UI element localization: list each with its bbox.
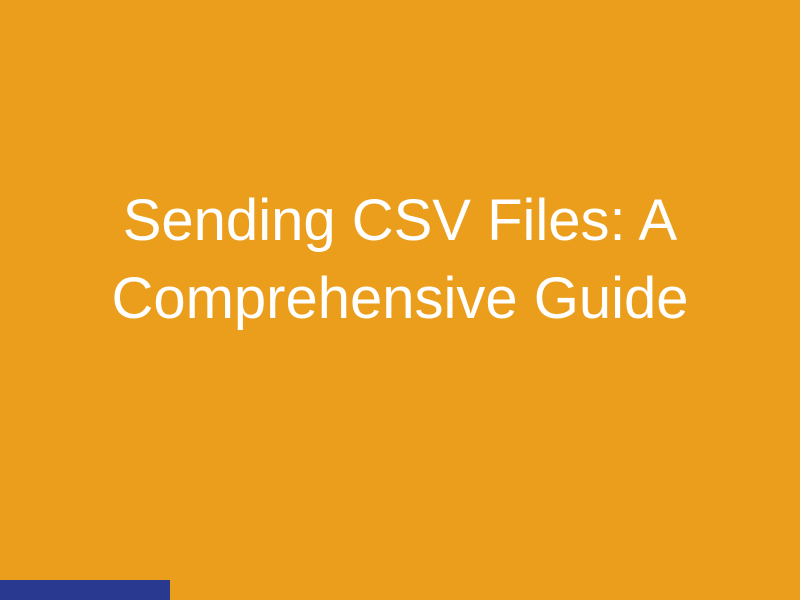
accent-bar: [0, 580, 170, 600]
page-title: Sending CSV Files: A Comprehensive Guide: [0, 182, 800, 339]
